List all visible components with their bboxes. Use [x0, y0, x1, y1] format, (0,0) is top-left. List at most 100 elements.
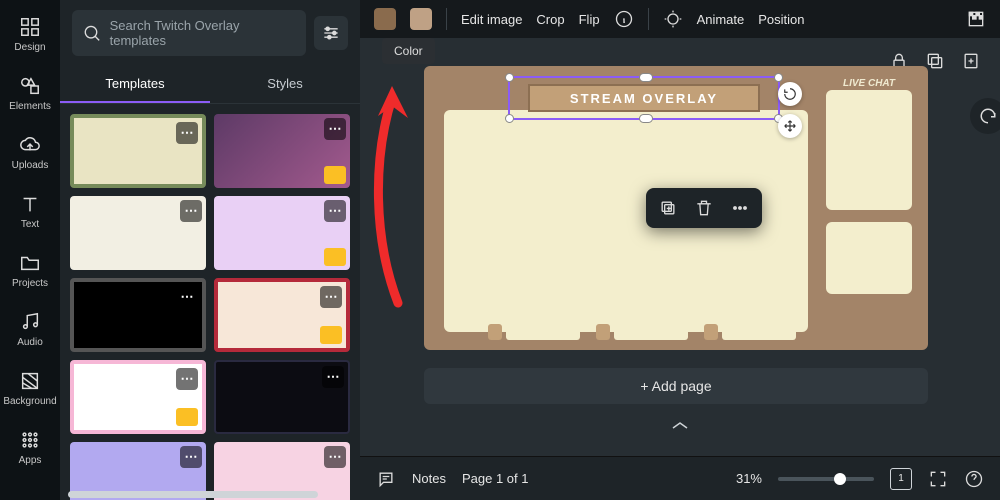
rail-text[interactable]: Text — [0, 185, 60, 238]
rail-label: Audio — [17, 337, 43, 348]
template-thumb[interactable]: ⋯ — [70, 278, 206, 352]
template-thumb[interactable]: ⋯ — [214, 278, 350, 352]
template-thumb[interactable]: ⋯ — [214, 360, 350, 434]
rail-label: Projects — [12, 278, 48, 289]
add-page-icon-button[interactable] — [960, 50, 982, 72]
rail-label: Elements — [9, 101, 51, 112]
zoom-slider[interactable] — [778, 477, 874, 481]
thumb-menu-button[interactable]: ⋯ — [176, 122, 198, 144]
trash-icon[interactable] — [694, 198, 714, 218]
resize-handle[interactable] — [774, 73, 783, 82]
zoom-value[interactable]: 31% — [736, 471, 762, 486]
template-thumb[interactable]: ⋯ — [214, 196, 350, 270]
animate-icon — [663, 9, 683, 29]
more-icon[interactable] — [730, 198, 750, 218]
star-icon — [596, 324, 610, 340]
color-swatch-2[interactable] — [410, 8, 432, 30]
notes-button[interactable]: Notes — [412, 471, 446, 486]
rail-uploads[interactable]: Uploads — [0, 126, 60, 179]
template-thumb[interactable]: ⋯ — [70, 360, 206, 434]
template-thumb[interactable]: ⋯ — [214, 114, 350, 188]
copy-icon — [925, 51, 945, 71]
filter-button[interactable] — [314, 16, 348, 50]
rail-label: Apps — [19, 455, 42, 466]
tab-styles[interactable]: Styles — [210, 66, 360, 103]
rail-label: Uploads — [12, 160, 49, 171]
redo-fab[interactable] — [970, 98, 1000, 134]
resize-handle[interactable] — [505, 114, 514, 123]
edit-image-button[interactable]: Edit image — [461, 12, 522, 27]
rail-projects[interactable]: Projects — [0, 244, 60, 297]
thumb-menu-button[interactable]: ⋯ — [324, 200, 346, 222]
color-tooltip: Color — [382, 38, 435, 64]
dollar-icon — [704, 324, 718, 340]
rail-background[interactable]: Background — [0, 362, 60, 415]
position-button[interactable]: Position — [758, 12, 804, 27]
add-page-label: + Add page — [640, 378, 711, 394]
rail-label: Background — [3, 396, 56, 407]
duplicate-icon[interactable] — [658, 198, 678, 218]
resize-handle[interactable] — [505, 73, 514, 82]
divider — [648, 8, 649, 30]
user-icon — [488, 324, 502, 340]
rotate-handle[interactable] — [778, 82, 802, 106]
crop-button[interactable]: Crop — [536, 12, 564, 27]
rail-elements[interactable]: Elements — [0, 67, 60, 120]
editor-main: Edit image Crop Flip Animate Position LI… — [360, 0, 1000, 500]
thumb-menu-button[interactable]: ⋯ — [180, 446, 202, 468]
help-icon[interactable] — [964, 469, 984, 489]
selection-box[interactable] — [508, 76, 780, 120]
template-thumb[interactable]: ⋯ — [70, 114, 206, 188]
tab-templates[interactable]: Templates — [60, 66, 210, 103]
info-icon[interactable] — [614, 9, 634, 29]
canvas-stage[interactable]: LIVE CHAT STREAM OVERLAY — [360, 38, 1000, 456]
premium-badge-icon — [324, 166, 346, 184]
color-swatch-1[interactable] — [374, 8, 396, 30]
add-page-button[interactable]: + Add page — [424, 368, 928, 404]
design-canvas[interactable]: LIVE CHAT STREAM OVERLAY — [424, 66, 928, 350]
thumb-menu-button[interactable]: ⋯ — [322, 366, 344, 388]
templates-panel: Search Twitch Overlay templates Template… — [60, 0, 360, 500]
canvas-small-panel — [826, 222, 912, 294]
thumb-menu-button[interactable]: ⋯ — [176, 286, 198, 308]
page-indicator: Page 1 of 1 — [462, 471, 529, 486]
template-thumb[interactable]: ⋯ — [70, 196, 206, 270]
sidebar-rail: Design Elements Uploads Text Projects Au… — [0, 0, 60, 500]
resize-handle[interactable] — [639, 114, 653, 123]
rail-audio[interactable]: Audio — [0, 303, 60, 356]
resize-handle[interactable] — [639, 73, 653, 82]
info-slot — [722, 324, 796, 340]
panel-scrollbar[interactable] — [68, 491, 318, 498]
animate-button[interactable]: Animate — [697, 12, 745, 27]
thumb-menu-button[interactable]: ⋯ — [324, 446, 346, 468]
footer-bar: Notes Page 1 of 1 31% 1 — [360, 456, 1000, 500]
panel-tabs: Templates Styles — [60, 66, 360, 104]
info-slot — [506, 324, 580, 340]
fullscreen-icon[interactable] — [928, 469, 948, 489]
rotate-icon — [783, 87, 797, 101]
rail-design[interactable]: Design — [0, 8, 60, 61]
floating-toolbar — [646, 188, 762, 228]
info-slot — [614, 324, 688, 340]
zoom-thumb[interactable] — [834, 473, 846, 485]
divider — [446, 8, 447, 30]
flip-button[interactable]: Flip — [579, 12, 600, 27]
thumb-menu-button[interactable]: ⋯ — [324, 118, 346, 140]
canvas-chat-panel — [826, 90, 912, 210]
premium-badge-icon — [324, 248, 346, 266]
rail-label: Text — [21, 219, 39, 230]
search-input[interactable]: Search Twitch Overlay templates — [72, 10, 306, 56]
move-handle[interactable] — [778, 114, 802, 138]
transparency-icon[interactable] — [966, 9, 986, 29]
annotation-arrow-icon — [368, 78, 418, 308]
thumb-menu-button[interactable]: ⋯ — [180, 200, 202, 222]
page-count-button[interactable]: 1 — [890, 468, 912, 490]
search-placeholder: Search Twitch Overlay templates — [110, 18, 296, 48]
timeline-toggle[interactable] — [671, 418, 689, 433]
chat-label: LIVE CHAT — [828, 78, 910, 89]
rail-apps[interactable]: Apps — [0, 421, 60, 474]
thumb-menu-button[interactable]: ⋯ — [320, 286, 342, 308]
notes-icon — [376, 469, 396, 489]
template-grid: ⋯ ⋯ ⋯ ⋯ ⋯ ⋯ ⋯ ⋯ ⋯ ⋯ — [60, 104, 360, 500]
thumb-menu-button[interactable]: ⋯ — [176, 368, 198, 390]
